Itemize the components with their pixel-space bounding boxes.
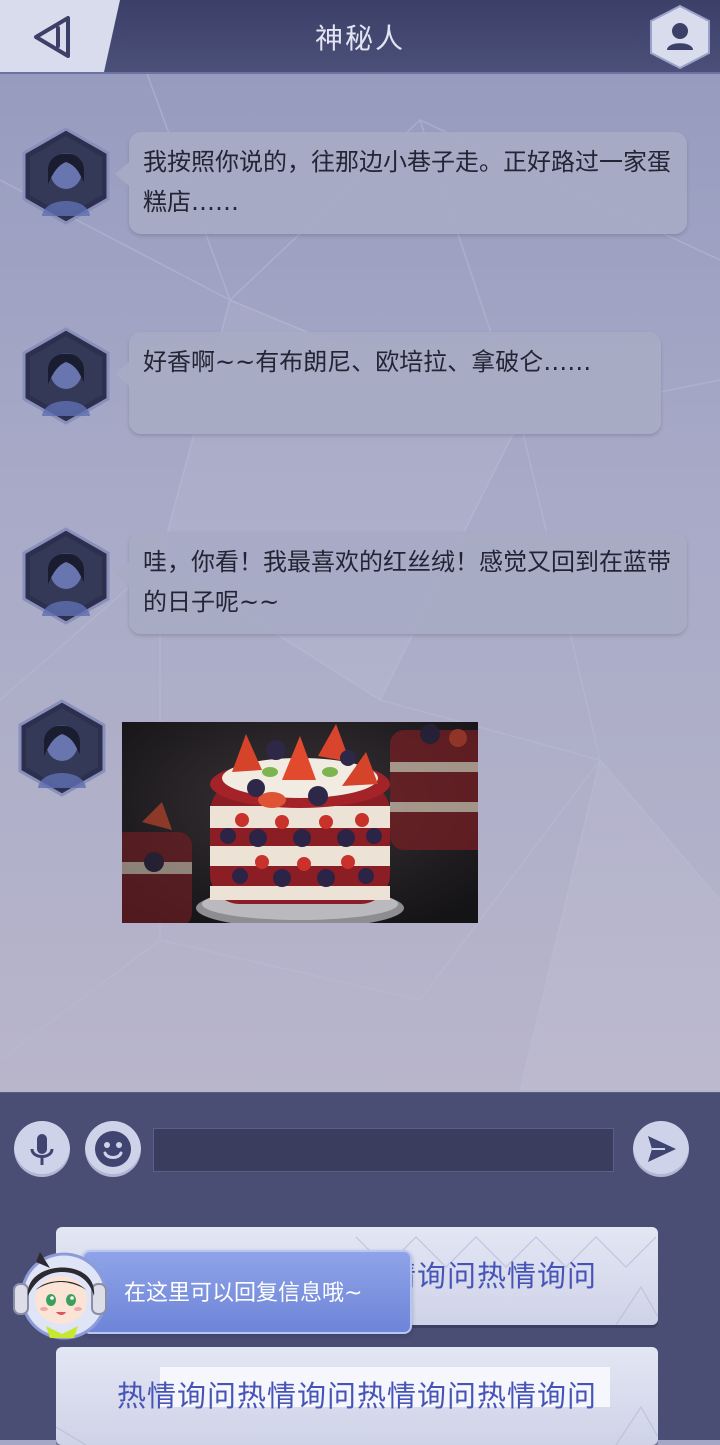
back-button[interactable] — [0, 0, 120, 72]
emoji-button[interactable] — [85, 1121, 141, 1177]
message-image[interactable] — [122, 722, 478, 923]
contact-avatar[interactable] — [20, 526, 112, 626]
microphone-icon — [30, 1134, 54, 1165]
voice-button[interactable] — [14, 1121, 70, 1177]
message-input-bar — [0, 1092, 720, 1197]
message-bubble: 我按照你说的，往那边小巷子走。正好路过一家蛋糕店…… — [115, 132, 687, 234]
reply-hint-tooltip: 在这里可以回复信息哦~ — [82, 1250, 412, 1334]
mascot-avatar — [13, 1252, 108, 1340]
reply-hint-text: 在这里可以回复信息哦~ — [124, 1281, 363, 1306]
contact-avatar[interactable] — [20, 126, 112, 226]
contact-avatar[interactable] — [20, 326, 112, 426]
chat-header: 神秘人 — [0, 0, 720, 74]
smiley-icon — [95, 1131, 131, 1167]
quick-reply-label: 热情询问热情询问热情询问热情询问 — [116, 1379, 597, 1413]
profile-button[interactable] — [648, 4, 712, 70]
message-row: 哇，你看！我最喜欢的红丝绒！感觉又回到在蓝带的日子呢~~ — [0, 526, 720, 636]
message-input[interactable] — [153, 1128, 614, 1172]
send-button[interactable] — [633, 1121, 689, 1177]
cake-photo — [122, 722, 478, 923]
send-icon — [648, 1136, 676, 1162]
quick-reply-button[interactable]: 热情询问热情询问热情询问热情询问 — [56, 1347, 658, 1445]
message-bubble: 哇，你看！我最喜欢的红丝绒！感觉又回到在蓝带的日子呢~~ — [115, 532, 687, 634]
chat-title: 神秘人 — [314, 22, 405, 55]
message-row: 我按照你说的，往那边小巷子走。正好路过一家蛋糕店…… — [0, 126, 720, 236]
contact-avatar[interactable] — [16, 698, 108, 798]
message-bubble: 好香啊~~有布朗尼、欧培拉、拿破仑…… — [115, 332, 661, 434]
message-row: 好香啊~~有布朗尼、欧培拉、拿破仑…… — [0, 326, 720, 436]
